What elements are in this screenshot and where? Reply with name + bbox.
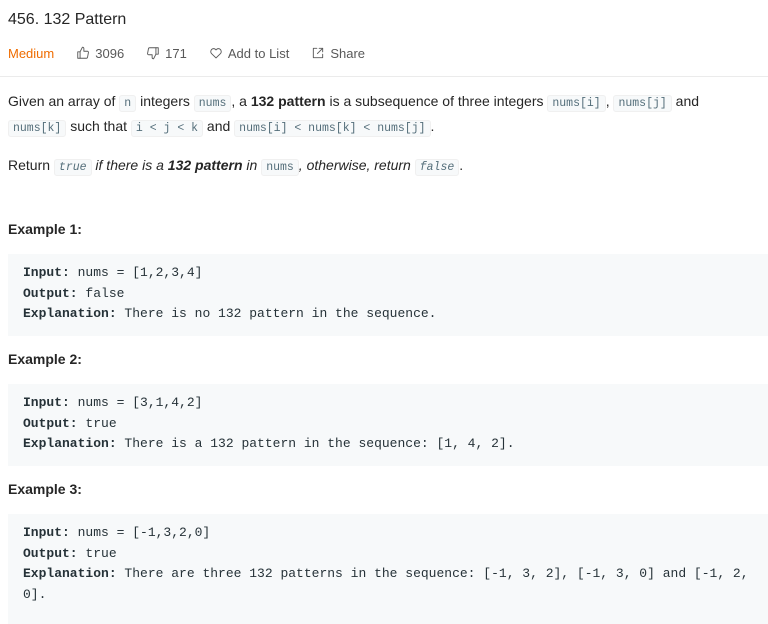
input-label: Input: bbox=[23, 265, 70, 280]
problem-description: Given an array of n integers nums, a 132… bbox=[8, 90, 760, 179]
output-label: Output: bbox=[23, 545, 78, 561]
explanation-value: There is a 132 pattern in the sequence: … bbox=[116, 436, 515, 451]
text: , a bbox=[231, 93, 251, 109]
input-value: nums = [3,1,4,2] bbox=[69, 395, 203, 410]
example-output-row: Output: true bbox=[23, 544, 756, 565]
example-2-title: Example 2: bbox=[8, 351, 82, 367]
thumbs-down-icon bbox=[147, 47, 159, 60]
explanation-value: There is no 132 pattern in the sequence. bbox=[116, 306, 437, 321]
text: integers bbox=[136, 93, 194, 109]
dislike-count: 171 bbox=[165, 45, 187, 61]
example-3-block: Input: nums = [-1,3,2,0] Output: true Ex… bbox=[8, 514, 768, 624]
explanation-label: Explanation: bbox=[23, 436, 117, 451]
explanation-label: Explanation: bbox=[23, 566, 117, 581]
dislike-button[interactable]: 171 bbox=[146, 46, 187, 61]
problem-meta-bar: Medium 3096 171 Add to List Share bbox=[8, 44, 387, 62]
example-input-row: Input: nums = [-1,3,2,0] bbox=[23, 523, 756, 544]
inline-code: nums[i] < nums[k] < nums[j] bbox=[234, 120, 431, 137]
italic-text: if there is a bbox=[91, 157, 168, 173]
inline-code: true bbox=[53, 159, 92, 176]
header-divider bbox=[0, 76, 768, 77]
output-value: false bbox=[77, 285, 125, 301]
example-input-row: Input: nums = [1,2,3,4] bbox=[23, 263, 768, 284]
example-explanation-row: Explanation: There are three 132 pattern… bbox=[23, 564, 756, 605]
example-1-block: Input: nums = [1,2,3,4] Output: false Ex… bbox=[8, 254, 768, 336]
input-label: Input: bbox=[23, 395, 70, 410]
italic-text: , otherwise, return bbox=[298, 157, 415, 173]
add-to-list-button[interactable]: Add to List bbox=[209, 46, 289, 61]
heart-icon bbox=[210, 48, 222, 59]
output-label: Output: bbox=[23, 415, 78, 431]
text: Return bbox=[8, 157, 54, 173]
example-1-title: Example 1: bbox=[8, 221, 82, 237]
inline-code: nums bbox=[193, 95, 232, 112]
input-value: nums = [-1,3,2,0] bbox=[69, 525, 211, 540]
share-icon bbox=[313, 47, 324, 59]
example-explanation-row: Explanation: There is no 132 pattern in … bbox=[23, 304, 768, 325]
bold-text: 132 pattern bbox=[167, 157, 243, 173]
input-value: nums = [1,2,3,4] bbox=[69, 265, 203, 280]
example-input-row: Input: nums = [3,1,4,2] bbox=[23, 393, 768, 414]
example-3-title: Example 3: bbox=[8, 481, 82, 497]
text: . bbox=[459, 157, 464, 173]
difficulty-badge: Medium bbox=[8, 45, 55, 61]
example-2-block: Input: nums = [3,1,4,2] Output: true Exp… bbox=[8, 384, 768, 466]
problem-title: 456. 132 Pattern bbox=[8, 11, 127, 28]
text: and bbox=[203, 118, 235, 134]
like-button[interactable]: 3096 bbox=[76, 46, 124, 61]
inline-code: nums[k] bbox=[8, 120, 67, 137]
inline-code: i < j < k bbox=[130, 120, 204, 137]
share-button[interactable]: Share bbox=[311, 46, 365, 61]
description-paragraph-2: Return true if there is a 132 pattern in… bbox=[8, 154, 760, 179]
share-label: Share bbox=[330, 45, 366, 61]
inline-code: false bbox=[414, 159, 460, 176]
explanation-value: There are three 132 patterns in the sequ… bbox=[23, 566, 757, 602]
add-to-list-label: Add to List bbox=[227, 45, 290, 61]
text: such that bbox=[66, 118, 131, 134]
example-output-row: Output: false bbox=[23, 284, 768, 305]
inline-code: nums[j] bbox=[613, 95, 672, 112]
text: . bbox=[430, 118, 435, 134]
inline-code: nums bbox=[261, 159, 299, 176]
text: and bbox=[671, 93, 700, 109]
inline-code: nums[i] bbox=[547, 95, 606, 112]
explanation-label: Explanation: bbox=[23, 306, 117, 321]
like-count: 3096 bbox=[95, 45, 125, 61]
italic-text: in bbox=[242, 157, 262, 173]
input-label: Input: bbox=[23, 525, 70, 540]
description-paragraph-1: Given an array of n integers nums, a 132… bbox=[8, 90, 760, 140]
thumbs-up-icon bbox=[77, 46, 90, 59]
output-value: true bbox=[77, 545, 117, 561]
example-output-row: Output: true bbox=[23, 414, 768, 435]
example-explanation-row: Explanation: There is a 132 pattern in t… bbox=[23, 434, 768, 455]
output-value: true bbox=[77, 415, 117, 431]
text: Given an array of bbox=[8, 93, 120, 109]
bold-text: 132 pattern bbox=[250, 93, 326, 109]
text: is a subsequence of three integers bbox=[325, 93, 548, 109]
inline-code: n bbox=[119, 95, 137, 112]
output-label: Output: bbox=[23, 285, 78, 301]
